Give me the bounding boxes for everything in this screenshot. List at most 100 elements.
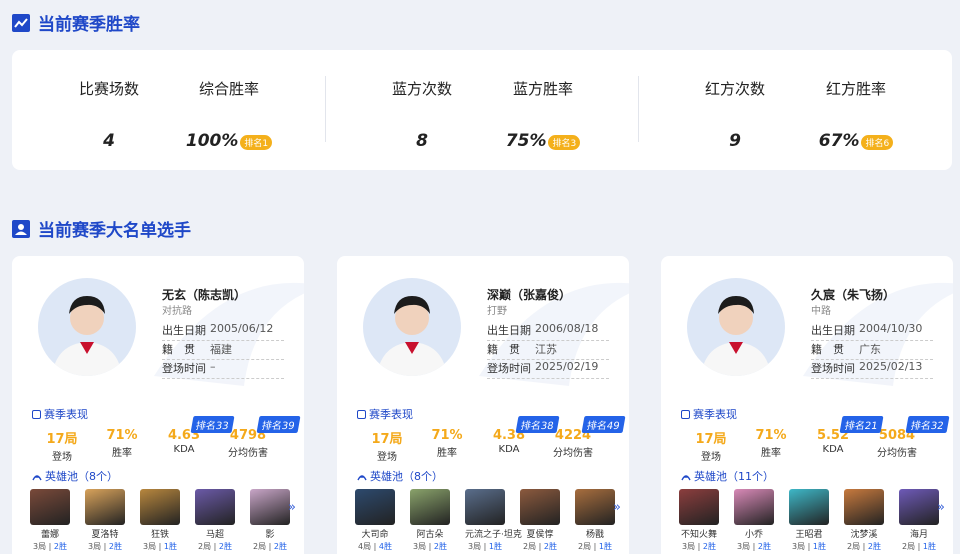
- avatar: [38, 278, 136, 376]
- hero-item[interactable]: 王昭君 3局 | 1胜: [789, 489, 829, 552]
- stat-red-count: 红方次数 9: [704, 80, 765, 151]
- chevron-right-icon[interactable]: »: [937, 500, 945, 515]
- rank-badge: 排名6: [861, 135, 894, 150]
- player-role: 中路: [811, 306, 831, 317]
- hero-item[interactable]: 不知火舞 3局 | 2胜: [679, 489, 719, 552]
- hero-name: 元流之子·坦克: [465, 530, 522, 540]
- perf-appear: 17局 登场: [695, 432, 727, 463]
- hero-name: 沈梦溪: [850, 530, 878, 540]
- player-name: 深巅（张嘉俊）: [487, 288, 572, 302]
- hero-portrait: [789, 489, 829, 525]
- hero-record: 2局 | 2胜: [198, 542, 232, 551]
- hero-portrait: [85, 489, 125, 525]
- divider: [325, 76, 326, 142]
- hero-portrait: [844, 489, 884, 525]
- player-name: 无玄（陈志凯）: [162, 288, 247, 302]
- hero-pool-icon: [32, 475, 42, 481]
- hero-record: 3局 | 1胜: [143, 542, 177, 551]
- hero-item[interactable]: 夏侯惇 2局 | 2胜: [520, 489, 560, 552]
- hero-portrait: [899, 489, 939, 525]
- stats-icon: [357, 409, 366, 419]
- kda-rank-badge: 排名21: [839, 416, 884, 433]
- hero-record: 2局 | 1胜: [902, 542, 936, 551]
- hero-portrait: [30, 489, 70, 525]
- perf-winrate: 71% 胜率: [106, 428, 138, 459]
- hero-record: 3局 | 2胜: [737, 542, 771, 551]
- hero-name: 大司命: [361, 530, 389, 540]
- player-role: 打野: [487, 306, 507, 317]
- hero-portrait: [575, 489, 615, 525]
- hero-portrait: [465, 489, 505, 525]
- player-name: 久宸（朱飞扬）: [811, 288, 896, 302]
- damage-rank-badge: 排名49: [581, 416, 626, 433]
- season-performance-title: 赛季表现: [32, 406, 88, 422]
- hero-list: 不知火舞 3局 | 2胜 小乔 3局 | 2胜 王昭君 3局 | 1胜 沈梦溪 …: [679, 489, 939, 552]
- player-card[interactable]: 深巅（张嘉俊） 打野 出生日期 2006/08/18 籍 贯江苏 登场时间 2025…: [337, 256, 629, 554]
- hero-pool-icon: [681, 475, 691, 481]
- stats-icon: [681, 409, 690, 419]
- hero-record: 3局 | 1胜: [792, 542, 826, 551]
- hero-item[interactable]: 影 2局 | 2胜: [250, 489, 290, 552]
- hero-item[interactable]: 小乔 3局 | 2胜: [734, 489, 774, 552]
- hero-portrait: [520, 489, 560, 525]
- hero-name: 马超: [205, 530, 224, 540]
- kda-rank-badge: 排名33: [190, 416, 235, 433]
- hero-list: 大司命 4局 | 4胜 阿古朵 3局 | 2胜 元流之子·坦克 3局 | 1胜 …: [355, 489, 615, 552]
- hero-item[interactable]: 杨戬 2局 | 1胜: [575, 489, 615, 552]
- hero-name: 蕾娜: [40, 530, 59, 540]
- player-card[interactable]: 久宸（朱飞扬） 中路 出生日期 2004/10/30 籍 贯广东 登场时间 2025…: [661, 256, 953, 554]
- rank-badge: 排名3: [548, 135, 581, 150]
- season-performance-title: 赛季表现: [681, 406, 737, 422]
- hero-item[interactable]: 阿古朵 3局 | 2胜: [410, 489, 450, 552]
- stat-overall-winrate: 综合胜率 100% 排名1: [164, 78, 294, 151]
- hero-record: 2局 | 2胜: [523, 542, 557, 551]
- season-stats-card: 比赛场数 4 综合胜率 100% 排名1 蓝方次数 8 蓝方胜率 75% 排名3 红…: [12, 50, 952, 170]
- chart-icon: [12, 13, 30, 32]
- hero-portrait: [250, 489, 290, 525]
- damage-rank-badge: 排名39: [256, 416, 301, 433]
- hero-record: 3局 | 2胜: [682, 542, 716, 551]
- hero-item[interactable]: 海月 2局 | 1胜: [899, 489, 939, 552]
- hero-name: 夏洛特: [91, 530, 119, 540]
- hero-name: 小乔: [744, 530, 763, 540]
- perf-winrate: 71% 胜率: [431, 428, 463, 459]
- hero-item[interactable]: 蕾娜 3局 | 2胜: [30, 489, 70, 552]
- hero-record: 3局 | 2胜: [88, 542, 122, 551]
- section-title-roster: 当前赛季大名单选手: [12, 216, 191, 241]
- hero-record: 2局 | 2胜: [847, 542, 881, 551]
- damage-rank-badge: 排名32: [905, 416, 950, 433]
- debut-row: 登场时间 2025/02/19: [487, 360, 609, 379]
- origin-row: 籍 贯福建: [162, 341, 284, 360]
- player-role: 对抗路: [162, 306, 192, 317]
- kda-rank-badge: 排名38: [515, 416, 560, 433]
- debut-row: 登场时间 –: [162, 360, 284, 379]
- chevron-right-icon[interactable]: »: [613, 500, 621, 515]
- hero-item[interactable]: 沈梦溪 2局 | 2胜: [844, 489, 884, 552]
- roster-icon: [12, 219, 30, 238]
- origin-row: 籍 贯江苏: [487, 341, 609, 360]
- stat-blue-winrate: 蓝方胜率 75% 排名3: [478, 78, 608, 151]
- origin-row: 籍 贯广东: [811, 341, 933, 360]
- hero-item[interactable]: 元流之子·坦克 3局 | 1胜: [465, 489, 522, 552]
- hero-portrait: [195, 489, 235, 525]
- stats-icon: [32, 409, 41, 419]
- hero-record: 3局 | 2胜: [33, 542, 67, 551]
- perf-appear: 17局 登场: [371, 432, 403, 463]
- hero-portrait: [355, 489, 395, 525]
- birth-row: 出生日期 2004/10/30: [811, 322, 933, 341]
- hero-item[interactable]: 大司命 4局 | 4胜: [355, 489, 395, 552]
- debut-row: 登场时间 2025/02/13: [811, 360, 933, 379]
- hero-item[interactable]: 夏洛特 3局 | 2胜: [85, 489, 125, 552]
- section-title-winrate: 当前赛季胜率: [12, 10, 140, 35]
- hero-name: 夏侯惇: [526, 530, 554, 540]
- perf-appear: 17局 登场: [46, 432, 78, 463]
- player-card[interactable]: 无玄（陈志凯） 对抗路 出生日期 2005/06/12 籍 贯福建 登场时间 – 赛…: [12, 256, 304, 554]
- hero-item[interactable]: 马超 2局 | 2胜: [195, 489, 235, 552]
- hero-name: 阿古朵: [416, 530, 444, 540]
- hero-name: 王昭君: [795, 530, 823, 540]
- chevron-right-icon[interactable]: »: [288, 500, 296, 515]
- hero-pool-title: 英雄池（11个）: [681, 468, 774, 484]
- hero-item[interactable]: 狂铁 3局 | 1胜: [140, 489, 180, 552]
- perf-winrate: 71% 胜率: [755, 428, 787, 459]
- hero-record: 2局 | 2胜: [253, 542, 287, 551]
